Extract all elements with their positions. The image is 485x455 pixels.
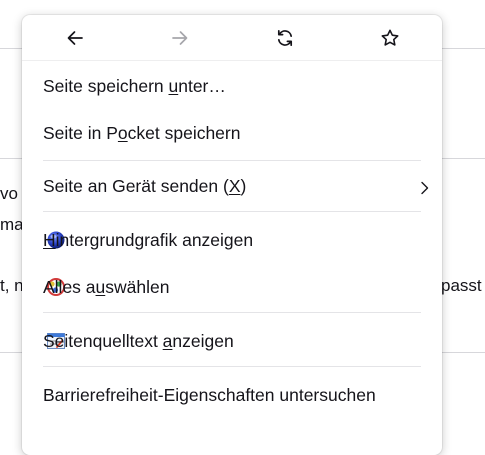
menu-item-label: Alles auswählen [43,276,170,297]
menu-separator [43,160,421,161]
menu-item-save-page-as[interactable]: Seite speichern unter… [22,66,442,106]
menu-item-send-page-to-device[interactable]: Seite an Gerät senden (X) [22,166,442,206]
arrow-right-icon [170,28,190,48]
reload-button[interactable] [232,15,337,60]
back-button[interactable] [22,15,127,60]
menu-item-select-all[interactable]: Alles auswählen [22,267,442,307]
star-icon [380,28,400,48]
menu-item-save-to-pocket[interactable]: Seite in Pocket speichern [22,113,442,153]
background-text: t, n [0,276,24,295]
menu-item-inspect-accessibility-properties[interactable]: Barrierefreiheit-Eigenschaften untersuch… [22,375,442,415]
menu-separator [43,211,421,212]
background-text: ma [0,215,24,234]
context-navigation [22,15,442,60]
menu-item-label: Seitenquelltext anzeigen [43,330,234,351]
reload-icon [275,28,295,48]
menu-item-label: Barrierefreiheit-Eigenschaften untersuch… [43,384,376,405]
menu-item-label: Hintergrundgrafik anzeigen [43,229,254,250]
forward-button[interactable] [127,15,232,60]
menu-item-label: Seite an Gerät senden (X) [43,175,247,196]
menu-item-view-page-source[interactable]: Seitenquelltext anzeigen [22,321,442,361]
menu-item-label: Seite in Pocket speichern [43,122,241,143]
menu-separator [43,312,421,313]
menu-separator [43,366,421,367]
background-text: vo [0,184,18,203]
arrow-left-icon [65,28,85,48]
menu-item-view-background-image[interactable]: Hintergrundgrafik anzeigen [22,220,442,260]
menu-item-label: Seite speichern unter… [43,75,226,96]
chevron-right-icon [420,179,430,200]
bookmark-button[interactable] [337,15,442,60]
context-menu: Seite speichern unter… Seite in Pocket s… [22,15,442,455]
background-text: passt [441,276,482,295]
navigation-separator [22,60,442,61]
